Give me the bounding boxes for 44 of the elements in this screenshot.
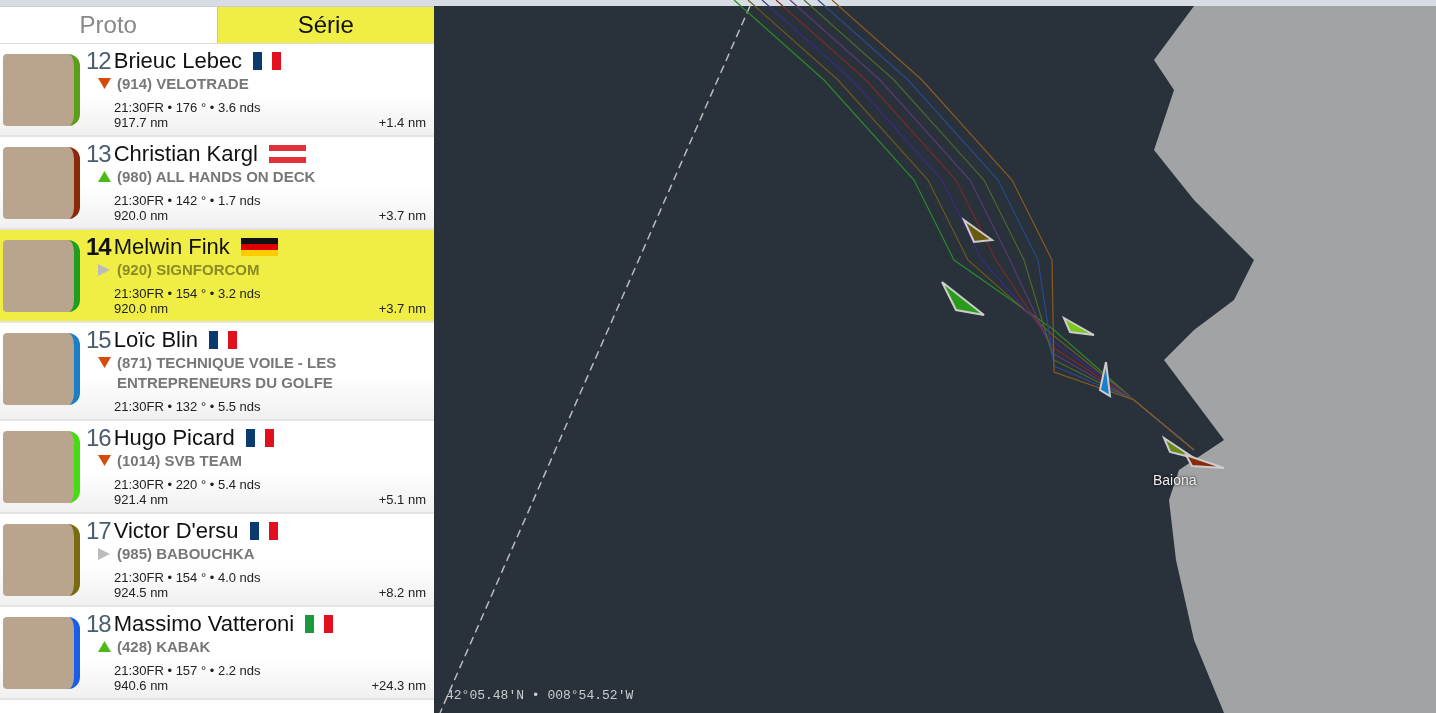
position-info: 21:30FR • 142 ° • 1.7 nds <box>114 193 262 208</box>
skipper-name: Christian Kargl <box>113 141 258 167</box>
distance-to-finish: 921.4 nm <box>114 492 169 507</box>
boat-name: (980) ALL HANDS ON DECK <box>117 167 316 187</box>
skipper-name: Massimo Vatteroni <box>113 611 295 637</box>
racer-row[interactable]: 14Melwin Fink (920) SIGNFORCOM 21:30FR • 154 ° • 3.2 nds 920.0 nm +3.7 nm <box>0 230 434 323</box>
position-info: 21:30FR • 220 ° • 5.4 nds <box>114 477 262 492</box>
gap-to-leader: +5.1 nm <box>378 492 426 507</box>
position-info: 21:30FR • 132 ° • 5.5 nds <box>114 399 262 414</box>
rank-number: 13 <box>86 140 111 168</box>
position-info: 21:30FR • 154 ° • 4.0 nds <box>114 570 262 585</box>
place-label: Baiona <box>1153 472 1197 488</box>
rank-number: 15 <box>86 326 111 354</box>
category-tab[interactable]: Série <box>216 7 434 43</box>
distance-to-finish: 924.5 nm <box>114 585 169 600</box>
gap-to-leader: +1.4 nm <box>378 115 426 130</box>
distance-to-finish: 920.0 nm <box>114 301 169 316</box>
rank-number: 17 <box>86 517 111 545</box>
rank-number: 12 <box>86 47 111 75</box>
distance-to-finish: 917.7 nm <box>114 115 169 130</box>
distance-to-finish: 920.0 nm <box>114 208 169 223</box>
skipper-name: Victor D'ersu <box>113 518 239 544</box>
skipper-name: Brieuc Lebec <box>113 48 243 74</box>
gap-to-leader: +3.7 nm <box>378 301 426 316</box>
boat-name: (914) VELOTRADE <box>117 74 249 94</box>
skipper-name: Melwin Fink <box>113 234 230 260</box>
gap-to-leader: +3.7 nm <box>378 208 426 223</box>
boat-name: (428) KABAK <box>117 637 211 657</box>
cursor-coordinates: 42°05.48'N • 008°54.52'W <box>446 688 634 703</box>
skipper-name: Loïc Blin <box>113 327 199 353</box>
boat-name: (871) TECHNIQUE VOILE - LES ENTREPRENEURS DU GOLFE <box>117 353 338 393</box>
rank-number: 14 <box>86 233 111 261</box>
boat-name: (1014) SVB TEAM <box>117 451 243 471</box>
rank-number: 16 <box>86 424 111 452</box>
boat-name: (920) SIGNFORCOM <box>117 260 260 280</box>
boat-name: (985) BABOUCHKA <box>117 544 255 564</box>
position-info: 21:30FR • 176 ° • 3.6 nds <box>114 100 262 115</box>
gap-to-leader: +24.3 nm <box>371 678 426 693</box>
position-info: 21:30FR • 157 ° • 2.2 nds <box>114 663 262 678</box>
skipper-name: Hugo Picard <box>113 425 235 451</box>
rank-number: 18 <box>86 610 111 638</box>
position-info: 21:30FR • 154 ° • 3.2 nds <box>114 286 262 301</box>
gap-to-leader: +8.2 nm <box>378 585 426 600</box>
distance-to-finish: 940.6 nm <box>114 678 169 693</box>
